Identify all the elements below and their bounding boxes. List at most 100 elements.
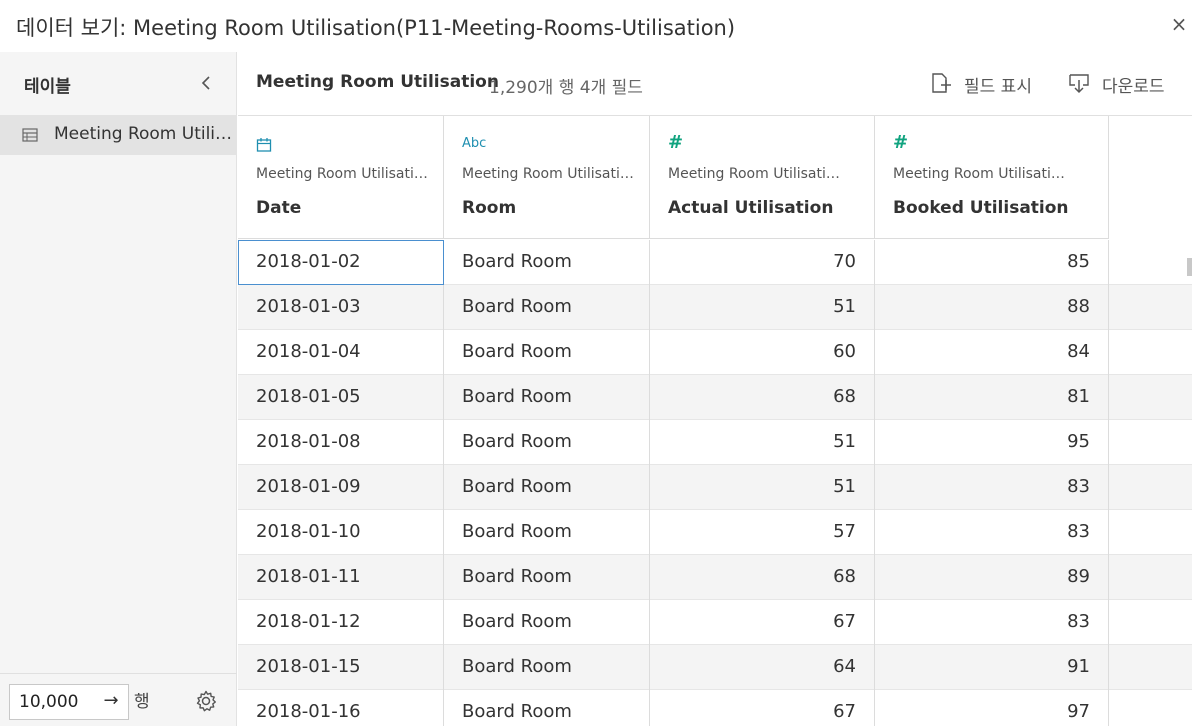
- cell-booked[interactable]: 84: [875, 330, 1109, 375]
- cell-actual[interactable]: 57: [650, 510, 875, 555]
- gear-icon: [196, 690, 216, 712]
- table-summary: 1,290개 행 4개 필드: [489, 78, 643, 98]
- row-limit-value[interactable]: 10,000: [19, 692, 78, 712]
- cell-date[interactable]: 2018-01-05: [238, 375, 444, 420]
- cell-room[interactable]: Board Room: [444, 375, 650, 420]
- sidebar: 테이블 Meeting Room Utilisation 10,000 → 행: [0, 52, 237, 726]
- column-name: Date: [256, 198, 302, 218]
- table-row: 2018-01-15 Board Room 64 91: [238, 645, 1192, 690]
- table-row: 2018-01-04 Board Room 60 84: [238, 330, 1192, 375]
- download-icon: [1069, 74, 1089, 94]
- cell-booked[interactable]: 89: [875, 555, 1109, 600]
- sidebar-item-table[interactable]: Meeting Room Utilisation: [0, 115, 237, 155]
- cell-booked[interactable]: 91: [875, 645, 1109, 690]
- cell-room[interactable]: Board Room: [444, 555, 650, 600]
- column-header-actual-utilisation[interactable]: # Meeting Room Utilisation Actual Utilis…: [650, 116, 875, 239]
- cell-actual[interactable]: 70: [650, 240, 875, 285]
- column-name: Booked Utilisation: [893, 198, 1069, 218]
- table-row: 2018-01-02 Board Room 70 85: [238, 240, 1192, 285]
- table-row: 2018-01-03 Board Room 51 88: [238, 285, 1192, 330]
- close-icon[interactable]: ×: [1170, 12, 1188, 36]
- column-header-booked-utilisation[interactable]: # Meeting Room Utilisation Booked Utilis…: [875, 116, 1109, 239]
- window-title: 데이터 보기: Meeting Room Utilisation(P11-Mee…: [16, 16, 736, 40]
- table-name: Meeting Room Utilisation: [256, 72, 499, 92]
- cell-room[interactable]: Board Room: [444, 600, 650, 645]
- cell-date[interactable]: 2018-01-08: [238, 420, 444, 465]
- table-row: 2018-01-11 Board Room 68 89: [238, 555, 1192, 600]
- column-source: Meeting Room Utilisation: [893, 166, 1065, 182]
- column-name: Actual Utilisation: [668, 198, 834, 218]
- chevron-left-icon: [201, 76, 210, 90]
- cell-room[interactable]: Board Room: [444, 240, 650, 285]
- column-header-room[interactable]: Abc Meeting Room Utilisation Room: [444, 116, 650, 239]
- row-limit-unit: 행: [134, 692, 150, 712]
- table-row: 2018-01-10 Board Room 57 83: [238, 510, 1192, 555]
- table-row: 2018-01-16 Board Room 67 97: [238, 690, 1192, 726]
- cell-date[interactable]: 2018-01-16: [238, 690, 444, 726]
- cell-room[interactable]: Board Room: [444, 465, 650, 510]
- show-fields-label: 필드 표시: [964, 77, 1032, 97]
- sidebar-title: 테이블: [24, 77, 71, 97]
- cell-booked[interactable]: 97: [875, 690, 1109, 726]
- cell-booked[interactable]: 88: [875, 285, 1109, 330]
- cell-date[interactable]: 2018-01-12: [238, 600, 444, 645]
- cell-booked[interactable]: 81: [875, 375, 1109, 420]
- cell-actual[interactable]: 64: [650, 645, 875, 690]
- number-type-icon: #: [668, 132, 684, 153]
- header-filler: [1109, 116, 1192, 239]
- cell-date[interactable]: 2018-01-15: [238, 645, 444, 690]
- number-type-icon: #: [893, 132, 909, 153]
- cell-actual[interactable]: 67: [650, 690, 875, 726]
- data-view-main: Meeting Room Utilisation 1,290개 행 4개 필드 …: [238, 52, 1192, 726]
- table-row: 2018-01-08 Board Room 51 95: [238, 420, 1192, 465]
- cell-booked[interactable]: 85: [875, 240, 1109, 285]
- table-row: 2018-01-12 Board Room 67 83: [238, 600, 1192, 645]
- cell-actual[interactable]: 68: [650, 375, 875, 420]
- column-name: Room: [462, 198, 517, 218]
- title-bar: 데이터 보기: Meeting Room Utilisation(P11-Mee…: [0, 0, 1192, 52]
- cell-actual[interactable]: 60: [650, 330, 875, 375]
- cell-actual[interactable]: 51: [650, 420, 875, 465]
- table-icon: [22, 128, 38, 142]
- cell-booked[interactable]: 83: [875, 600, 1109, 645]
- cell-date[interactable]: 2018-01-09: [238, 465, 444, 510]
- settings-button[interactable]: [194, 689, 218, 713]
- collapse-sidebar-button[interactable]: [196, 70, 218, 96]
- cell-room[interactable]: Board Room: [444, 645, 650, 690]
- cell-room[interactable]: Board Room: [444, 330, 650, 375]
- cell-actual[interactable]: 67: [650, 600, 875, 645]
- table-row: 2018-01-05 Board Room 68 81: [238, 375, 1192, 420]
- cell-room[interactable]: Board Room: [444, 420, 650, 465]
- column-header-date[interactable]: Meeting Room Utilisation Date: [238, 116, 444, 239]
- column-source: Meeting Room Utilisation: [256, 166, 428, 182]
- sidebar-footer: 10,000 → 행: [0, 673, 237, 726]
- cell-room[interactable]: Board Room: [444, 510, 650, 555]
- cell-room[interactable]: Board Room: [444, 285, 650, 330]
- row-limit-input[interactable]: 10,000 →: [9, 684, 129, 720]
- show-fields-button[interactable]: 필드 표시: [930, 70, 1050, 98]
- download-button[interactable]: 다운로드: [1068, 70, 1188, 98]
- data-grid: Meeting Room Utilisation Date Abc Meetin…: [238, 116, 1192, 726]
- cell-booked[interactable]: 83: [875, 465, 1109, 510]
- column-source: Meeting Room Utilisation: [462, 166, 634, 182]
- cell-actual[interactable]: 51: [650, 285, 875, 330]
- cell-booked[interactable]: 95: [875, 420, 1109, 465]
- cell-actual[interactable]: 68: [650, 555, 875, 600]
- cell-booked[interactable]: 83: [875, 510, 1109, 555]
- cell-actual[interactable]: 51: [650, 465, 875, 510]
- cell-room[interactable]: Board Room: [444, 690, 650, 726]
- vertical-scrollbar[interactable]: [1187, 258, 1192, 276]
- column-source: Meeting Room Utilisation: [668, 166, 840, 182]
- cell-date[interactable]: 2018-01-11: [238, 555, 444, 600]
- cell-date[interactable]: 2018-01-04: [238, 330, 444, 375]
- sidebar-item-label: Meeting Room Utilisation: [54, 124, 234, 144]
- cell-date[interactable]: 2018-01-02: [238, 240, 444, 285]
- add-field-icon: [932, 73, 951, 93]
- cell-date[interactable]: 2018-01-03: [238, 285, 444, 330]
- sidebar-header: 테이블: [0, 52, 237, 116]
- cell-date[interactable]: 2018-01-10: [238, 510, 444, 555]
- calendar-icon: [256, 138, 272, 152]
- arrow-right-icon[interactable]: →: [100, 690, 122, 714]
- download-label: 다운로드: [1102, 77, 1165, 97]
- toolbar: Meeting Room Utilisation 1,290개 행 4개 필드 …: [238, 52, 1192, 116]
